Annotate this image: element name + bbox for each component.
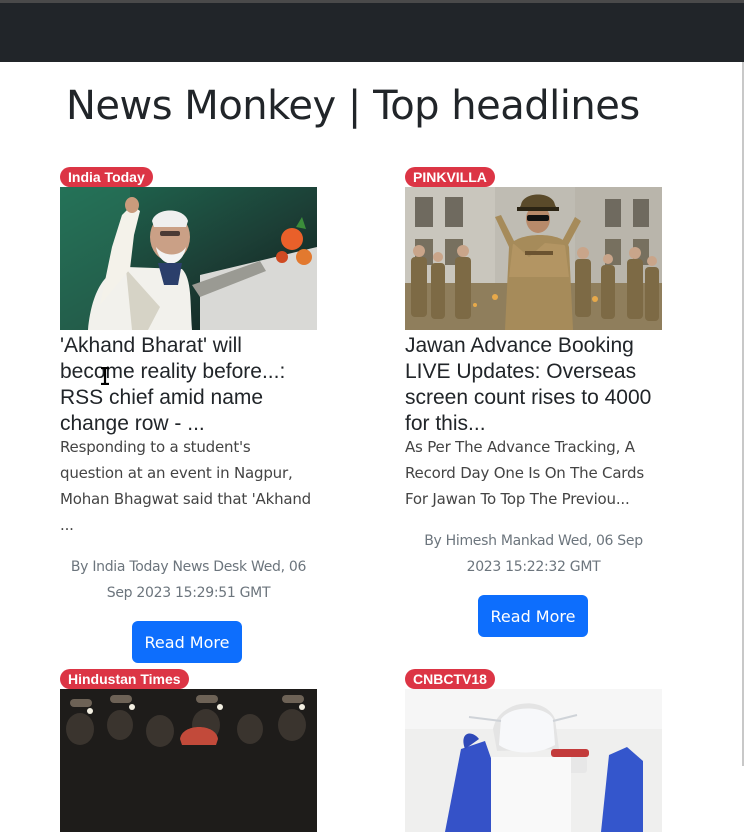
source-badge: Hindustan Times [60, 669, 189, 689]
news-description: As Per The Advance Tracking, A Record Da… [405, 438, 644, 508]
news-image[interactable] [405, 689, 662, 832]
news-title: 'Akhand Bharat' will become reality befo… [60, 334, 286, 435]
news-image[interactable] [60, 689, 317, 832]
source-badge: India Today [60, 167, 153, 187]
read-more-button[interactable]: Read More [478, 595, 588, 637]
news-byline: By India Today News Desk Wed, 06 Sep 202… [70, 559, 307, 601]
news-description: Responding to a student's question at an… [60, 438, 312, 534]
news-image[interactable] [60, 187, 317, 330]
news-byline: By Himesh Mankad Wed, 06 Sep 2023 15:22:… [424, 533, 643, 575]
navbar [0, 3, 744, 62]
page-title: News Monkey | Top headlines [66, 83, 640, 129]
news-title: Jawan Advance Booking LIVE Updates: Over… [405, 334, 652, 435]
text-cursor-icon [101, 367, 109, 385]
news-image[interactable] [405, 187, 662, 330]
source-badge: PINKVILLA [405, 167, 495, 187]
source-badge: CNBCTV18 [405, 669, 495, 689]
read-more-button[interactable]: Read More [132, 621, 242, 663]
